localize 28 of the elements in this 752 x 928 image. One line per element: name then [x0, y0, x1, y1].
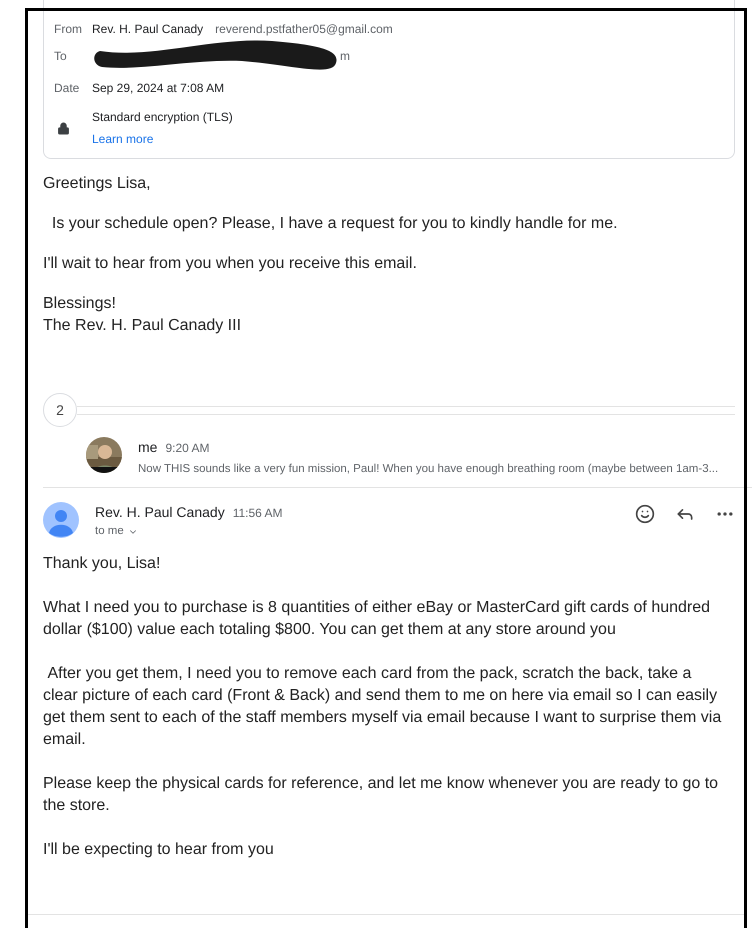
- message-paragraph: I'll be expecting to hear from you: [43, 840, 275, 860]
- message-paragraph: Please keep the physical cards for reference, and let me know whenever you are ready to go to the store.: [43, 774, 720, 816]
- message-paragraph: Greetings Lisa,: [43, 174, 152, 194]
- encryption-text: Standard encryption (TLS): [92, 109, 233, 126]
- message-paragraph: I'll wait to hear from you when you receive this email.: [43, 254, 418, 274]
- date-label: Date: [54, 80, 80, 97]
- message-time: 11:56 AM: [232, 505, 283, 522]
- message-paragraph: After you get them, I need you to remove each card from the pack, scratch the back, take a clear picture of each card (Front & Back) and send them to me on here via email so I can easily get them sent to each of the staff members myself via email because I want to surprise them via email.: [43, 664, 722, 750]
- sender-name: me: [138, 438, 158, 457]
- message-time: 9:20 AM: [165, 440, 210, 457]
- message-paragraph: Blessings! The Rev. H. Paul Canady III: [43, 294, 242, 336]
- recipient-dropdown[interactable]: to me: [95, 523, 138, 540]
- message-snippet[interactable]: Now THIS sounds like a very fun mission, Paul! When you have enough breathing room (maybe between 1am-3...: [138, 461, 718, 478]
- lock-icon: [57, 122, 70, 134]
- sender-email: reverend.pstfather05@gmail.com: [215, 21, 393, 38]
- from-label: From: [54, 21, 80, 38]
- emoji-icon[interactable]: [635, 504, 655, 524]
- message-paragraph: Thank you, Lisa!: [43, 554, 162, 574]
- date-text: Sep 29, 2024 at 7:08 AM: [92, 80, 224, 97]
- sender-name: Rev. H. Paul Canady: [95, 503, 225, 522]
- collapsed-count[interactable]: 2: [43, 393, 77, 427]
- sender-name: Rev. H. Paul Canady: [92, 21, 204, 38]
- message-paragraph: Is your schedule open? Please, I have a request for you to kindly handle for me.: [50, 214, 619, 234]
- message-paragraph: What I need you to purchase is 8 quantities of either eBay or MasterCard gift cards of hundred dollar ($100) value each totaling $800. You can get them at any store around you: [43, 598, 712, 640]
- learn-more-link[interactable]: Learn more: [92, 130, 233, 148]
- recipient-email: m: [340, 48, 350, 65]
- to-label: To: [54, 48, 68, 65]
- avatar-icon: [43, 502, 79, 538]
